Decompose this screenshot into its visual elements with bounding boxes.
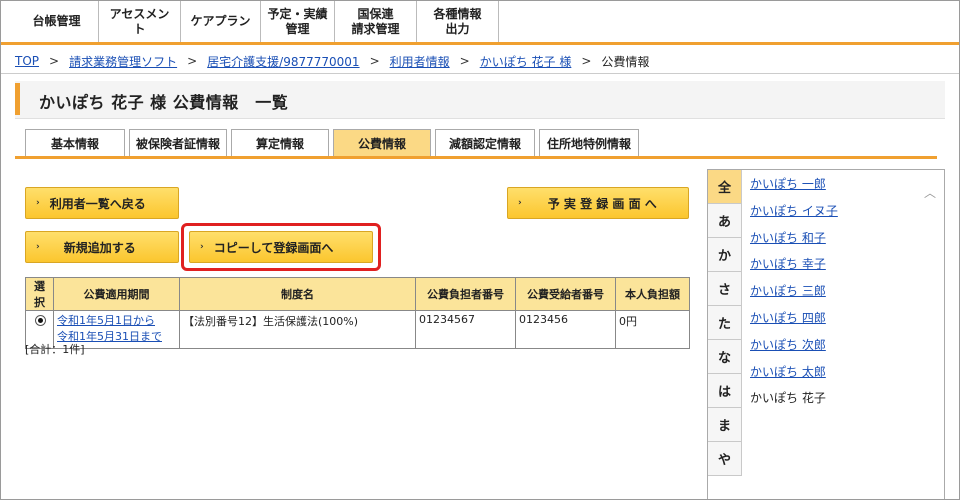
col-system: 制度名 (179, 277, 416, 311)
user-link[interactable]: かいぽち 次郎 (750, 338, 826, 352)
recipient-cell: 0123456 (515, 310, 616, 349)
title-accent (15, 83, 20, 115)
chevron-right-icon: › (518, 198, 522, 208)
tab-underline (15, 156, 937, 159)
add-new-button[interactable]: › 新規追加する (25, 231, 179, 263)
scroll-up-icon[interactable]: ︿ (924, 184, 936, 201)
col-amount: 本人負担額 (615, 277, 690, 311)
payer-cell: 01234567 (415, 310, 516, 349)
breadcrumb-divider (1, 73, 959, 74)
list-item: かいぽち 一郎 (750, 176, 838, 203)
tab-special-address[interactable]: 住所地特例情報 (539, 129, 639, 157)
chevron-right-icon: › (36, 198, 40, 208)
page-title-bar: かいぽち 花子 様 公費情報 一覧 (15, 81, 945, 119)
tab-insurance[interactable]: 被保険者証情報 (129, 129, 227, 157)
user-link[interactable]: かいぽち 太郎 (750, 365, 826, 379)
tab-basic[interactable]: 基本情報 (25, 129, 125, 157)
system-cell: 【法別番号12】生活保護法(100%) (179, 310, 416, 349)
page-title: かいぽち 花子 様 公費情報 一覧 (39, 93, 289, 112)
nav-careplan[interactable]: ケアプラン (181, 1, 261, 42)
user-link[interactable]: かいぽち 三郎 (750, 284, 826, 298)
breadcrumb-separator: > (459, 54, 470, 68)
col-payer: 公費負担者番号 (415, 277, 516, 311)
kana-index: 全 あ か さ た な は ま や (708, 170, 742, 476)
app-frame: 台帳管理 アセスメント ケアプラン 予定・実績 管理 国保連 請求管理 各種情報… (0, 0, 960, 500)
list-item: かいぽち 三郎 (750, 283, 838, 310)
breadcrumb-top[interactable]: TOP (15, 54, 39, 68)
user-link[interactable]: かいぽち イヌ子 (750, 204, 838, 218)
tab-public-expense[interactable]: 公費情報 (333, 129, 431, 157)
col-select: 選択 (25, 277, 54, 311)
amount-cell: 0円 (615, 310, 690, 349)
kana-ya[interactable]: や (708, 442, 742, 476)
highlight-box (181, 223, 381, 271)
kana-all[interactable]: 全 (708, 170, 742, 204)
col-period: 公費適用期間 (53, 277, 180, 311)
kana-ta[interactable]: た (708, 306, 742, 340)
user-link[interactable]: かいぽち 和子 (750, 231, 826, 245)
list-item: かいぽち イヌ子 (750, 203, 838, 230)
schedule-register-button[interactable]: › 予 実 登 録 画 面 へ (507, 187, 689, 219)
table-row: 令和1年5月1日から 令和1年5月31日まで 【法別番号12】生活保護法(100… (25, 310, 690, 349)
chevron-right-icon: › (36, 242, 40, 252)
breadcrumb-separator: > (581, 54, 592, 68)
kana-sa[interactable]: さ (708, 272, 742, 306)
top-nav: 台帳管理 アセスメント ケアプラン 予定・実績 管理 国保連 請求管理 各種情報… (1, 1, 959, 45)
breadcrumb-office[interactable]: 居宅介護支援/9877770001 (207, 53, 359, 70)
current-user: かいぽち 花子 (750, 391, 826, 406)
list-item: かいぽち 和子 (750, 230, 838, 257)
col-recipient: 公費受給者番号 (515, 277, 616, 311)
user-name-list: かいぽち 一郎 かいぽち イヌ子 かいぽち 和子 かいぽち 幸子 かいぽち 三郎… (750, 176, 838, 417)
user-link[interactable]: かいぽち 幸子 (750, 257, 826, 271)
back-to-list-button[interactable]: › 利用者一覧へ戻る (25, 187, 179, 219)
select-radio[interactable] (35, 315, 46, 326)
table-header-row: 選択 公費適用期間 制度名 公費負担者番号 公費受給者番号 本人負担額 (25, 277, 690, 311)
list-item: かいぽち 次郎 (750, 337, 838, 364)
public-expense-table: 選択 公費適用期間 制度名 公費負担者番号 公費受給者番号 本人負担額 令和1年… (25, 277, 690, 349)
kana-ma[interactable]: ま (708, 408, 742, 442)
period-from-link[interactable]: 令和1年5月1日から (57, 313, 176, 329)
breadcrumb-separator: > (49, 54, 60, 68)
nav-output[interactable]: 各種情報 出力 (417, 1, 499, 42)
list-item: かいぽち 幸子 (750, 256, 838, 283)
list-item: かいぽち 太郎 (750, 364, 838, 391)
nav-assessment[interactable]: アセスメント (99, 1, 181, 42)
breadcrumb: TOP > 請求業務管理ソフト > 居宅介護支援/9877770001 > 利用… (15, 53, 649, 69)
kana-a[interactable]: あ (708, 204, 742, 238)
nav-schedule[interactable]: 予定・実績 管理 (261, 1, 335, 42)
breadcrumb-separator: > (369, 54, 380, 68)
nav-billing[interactable]: 国保連 請求管理 (335, 1, 417, 42)
kana-na[interactable]: な (708, 340, 742, 374)
list-item: かいぽち 花子 (750, 390, 838, 417)
kana-ka[interactable]: か (708, 238, 742, 272)
user-side-panel: 全 あ か さ た な は ま や かいぽち 一郎 かいぽち イヌ子 かいぽち … (707, 169, 945, 499)
breadcrumb-current: 公費情報 (601, 54, 650, 69)
breadcrumb-billing-software[interactable]: 請求業務管理ソフト (69, 53, 177, 70)
tab-calculation[interactable]: 算定情報 (231, 129, 329, 157)
breadcrumb-separator: > (187, 54, 198, 68)
user-link[interactable]: かいぽち 一郎 (750, 177, 826, 191)
breadcrumb-user[interactable]: かいぽち 花子 様 (480, 53, 572, 70)
kana-ha[interactable]: は (708, 374, 742, 408)
user-link[interactable]: かいぽち 四郎 (750, 311, 826, 325)
nav-ledger[interactable]: 台帳管理 (15, 1, 99, 42)
tab-reduction[interactable]: 減額認定情報 (435, 129, 535, 157)
tab-bar: 基本情報 被保険者証情報 算定情報 公費情報 減額認定情報 住所地特例情報 (25, 129, 639, 157)
list-item: かいぽち 四郎 (750, 310, 838, 337)
total-count: [合計：1件] (25, 343, 85, 356)
breadcrumb-user-info[interactable]: 利用者情報 (390, 53, 450, 70)
